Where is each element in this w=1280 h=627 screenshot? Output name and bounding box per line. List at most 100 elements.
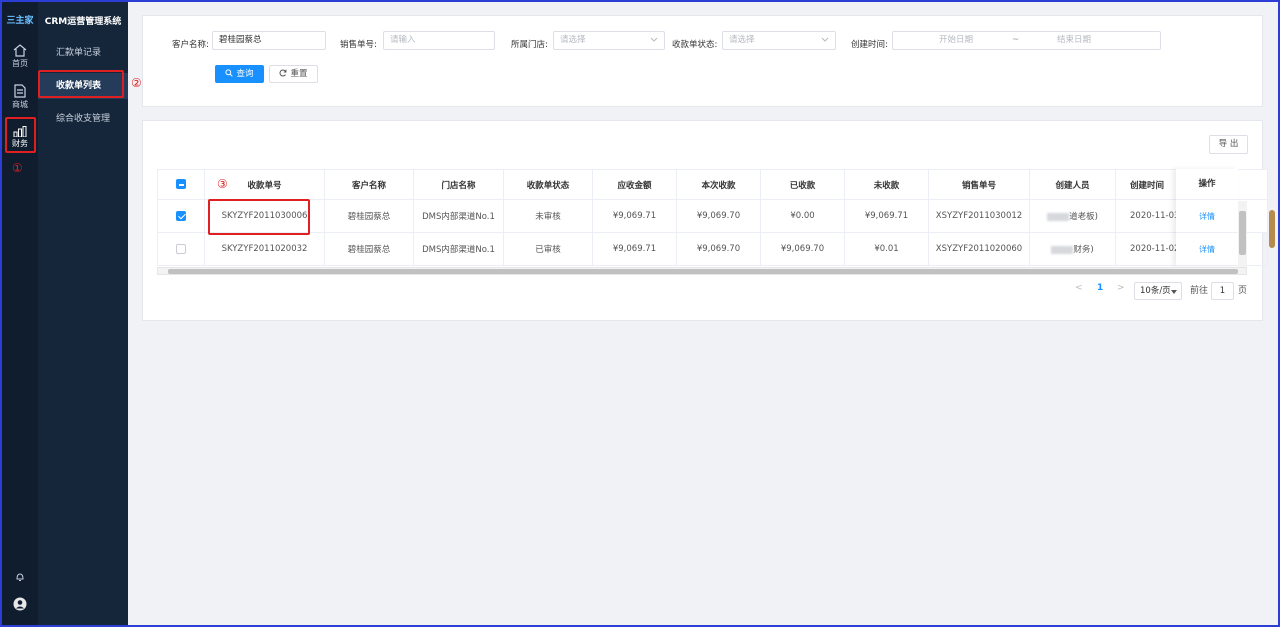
annotation-marker-3: ③ bbox=[217, 177, 228, 191]
status-select[interactable]: 请选择 bbox=[722, 31, 836, 50]
goto-page-input[interactable]: 1 bbox=[1211, 282, 1234, 300]
reset-button-label: 重置 bbox=[290, 69, 308, 79]
scrollbar-thumb[interactable] bbox=[168, 269, 1238, 274]
annotation-marker-1: ① bbox=[12, 161, 23, 175]
row-select-cell bbox=[157, 199, 205, 233]
customer-label: 客户名称: bbox=[172, 40, 209, 50]
col-created-time-label: 创建时间 bbox=[1130, 180, 1165, 191]
document-icon bbox=[14, 84, 26, 98]
subnav-item-income-expense[interactable]: 综合收支管理 bbox=[38, 106, 128, 132]
col-customer: 客户名称 bbox=[324, 169, 414, 200]
table-header-row: 收款单号 客户名称 门店名称 收款单状态 应收金额 本次收款 已收款 未收款 销… bbox=[157, 169, 1268, 200]
scrollbar-thumb[interactable] bbox=[1239, 211, 1246, 255]
notification-button[interactable] bbox=[2, 572, 38, 585]
store-label: 所属门店: bbox=[511, 40, 548, 50]
customer-cell: 碧桂园蔡总 bbox=[324, 232, 414, 266]
page-unit-label: 页 bbox=[1238, 286, 1248, 296]
search-button-label: 查询 bbox=[236, 69, 254, 79]
search-icon bbox=[225, 69, 234, 77]
export-button[interactable]: 导 出 bbox=[1209, 135, 1248, 154]
unpaid-cell: ¥9,069.71 bbox=[844, 199, 929, 233]
detail-link[interactable]: 详情 bbox=[1176, 200, 1238, 233]
receipt-no-link[interactable]: SKYZYF2011020032 bbox=[204, 232, 325, 266]
caret-down-icon bbox=[1171, 290, 1177, 294]
annotation-box-receipt-no bbox=[208, 199, 310, 235]
store-select[interactable]: 请选择 bbox=[553, 31, 665, 50]
select-all-checkbox[interactable] bbox=[176, 179, 186, 190]
row-checkbox[interactable] bbox=[176, 243, 186, 254]
redacted-mark bbox=[1047, 212, 1070, 221]
received-cell: ¥9,069.70 bbox=[760, 232, 845, 266]
row-select-cell bbox=[157, 232, 205, 266]
chevron-down-icon bbox=[821, 37, 829, 42]
page-number-current[interactable]: 1 bbox=[1097, 283, 1103, 293]
goto-label: 前往 bbox=[1190, 286, 1209, 296]
side-drag-handle[interactable] bbox=[1269, 210, 1275, 248]
sales-no-input[interactable]: 请输入 bbox=[383, 31, 495, 50]
col-creator: 创建人员 bbox=[1029, 169, 1116, 200]
sales-no-label: 销售单号: bbox=[340, 40, 377, 50]
bell-icon bbox=[16, 573, 24, 581]
table-horizontal-scrollbar[interactable] bbox=[157, 267, 1247, 275]
redacted-mark bbox=[1051, 245, 1074, 254]
table-vertical-scrollbar[interactable] bbox=[1238, 201, 1247, 267]
status-cell: 已审核 bbox=[503, 232, 593, 266]
col-store: 门店名称 bbox=[413, 169, 504, 200]
brand-logo: 三主家 bbox=[6, 16, 34, 26]
reset-button[interactable]: 重置 bbox=[269, 65, 318, 83]
subnav-item-remittance[interactable]: 汇款单记录 bbox=[38, 40, 128, 66]
customer-input[interactable]: 碧桂园蔡总 bbox=[212, 31, 326, 50]
this-payment-cell: ¥9,069.70 bbox=[676, 199, 761, 233]
annotation-box-receipt-list bbox=[38, 70, 124, 98]
operation-column: 操作 详情 详情 bbox=[1176, 169, 1238, 266]
annotation-marker-2: ② bbox=[131, 76, 142, 90]
select-all-cell bbox=[157, 169, 205, 200]
amount-due-cell: ¥9,069.71 bbox=[592, 199, 677, 233]
refresh-icon bbox=[279, 69, 287, 77]
icon-rail: 三主家 首页 商城 财务 bbox=[2, 2, 38, 625]
row-checkbox[interactable] bbox=[176, 210, 186, 221]
home-icon bbox=[13, 44, 27, 57]
creator-suffix: 道老板) bbox=[1069, 212, 1098, 222]
chevron-down-icon bbox=[650, 37, 658, 42]
rail-item-home[interactable]: 首页 bbox=[2, 44, 38, 69]
user-avatar-icon bbox=[13, 597, 27, 611]
system-title: CRM运营管理系统 bbox=[44, 17, 122, 27]
creator-cell: 财务) bbox=[1029, 232, 1116, 266]
unpaid-cell: ¥0.01 bbox=[844, 232, 929, 266]
table-row[interactable]: SKYZYF2011020032 碧桂园蔡总 DMS内部渠道No.1 已审核 ¥… bbox=[157, 232, 1268, 266]
col-received: 已收款 bbox=[760, 169, 845, 200]
next-page-button[interactable]: > bbox=[1117, 283, 1125, 293]
col-amount-due: 应收金额 bbox=[592, 169, 677, 200]
annotation-box-finance bbox=[5, 117, 36, 153]
store-select-placeholder: 请选择 bbox=[560, 35, 586, 45]
date-range-picker[interactable]: 开始日期 ~ 结束日期 bbox=[892, 31, 1161, 50]
receipt-table: 收款单号 客户名称 门店名称 收款单状态 应收金额 本次收款 已收款 未收款 销… bbox=[157, 169, 1268, 266]
rail-item-label: 商城 bbox=[12, 100, 28, 109]
received-cell: ¥0.00 bbox=[760, 199, 845, 233]
end-date-placeholder: 结束日期 bbox=[1057, 35, 1092, 45]
range-separator: ~ bbox=[1012, 35, 1020, 45]
store-cell: DMS内部渠道No.1 bbox=[413, 232, 504, 266]
status-select-placeholder: 请选择 bbox=[729, 35, 755, 45]
search-button[interactable]: 查询 bbox=[215, 65, 264, 83]
filter-panel bbox=[142, 15, 1263, 107]
col-status: 收款单状态 bbox=[503, 169, 593, 200]
sales-no-cell: XSYZYF2011030012 bbox=[928, 199, 1030, 233]
col-sales-no: 销售单号 bbox=[928, 169, 1030, 200]
col-unpaid: 未收款 bbox=[844, 169, 929, 200]
col-this-payment: 本次收款 bbox=[676, 169, 761, 200]
page-size-select[interactable]: 10条/页 bbox=[1134, 282, 1182, 300]
detail-link[interactable]: 详情 bbox=[1176, 233, 1238, 266]
prev-page-button[interactable]: < bbox=[1075, 283, 1083, 293]
rail-item-mall[interactable]: 商城 bbox=[2, 84, 38, 110]
created-time-label: 创建时间: bbox=[851, 40, 888, 50]
sales-no-cell: XSYZYF2011020060 bbox=[928, 232, 1030, 266]
table-row[interactable]: SKYZYF2011030006 碧桂园蔡总 DMS内部渠道No.1 未审核 ¥… bbox=[157, 199, 1268, 233]
page-size-value: 10条/页 bbox=[1140, 286, 1171, 296]
amount-due-cell: ¥9,069.71 bbox=[592, 232, 677, 266]
start-date-placeholder: 开始日期 bbox=[939, 35, 974, 45]
creator-cell: 道老板) bbox=[1029, 199, 1116, 233]
user-avatar-button[interactable] bbox=[2, 597, 38, 614]
col-operation: 操作 bbox=[1176, 169, 1238, 200]
